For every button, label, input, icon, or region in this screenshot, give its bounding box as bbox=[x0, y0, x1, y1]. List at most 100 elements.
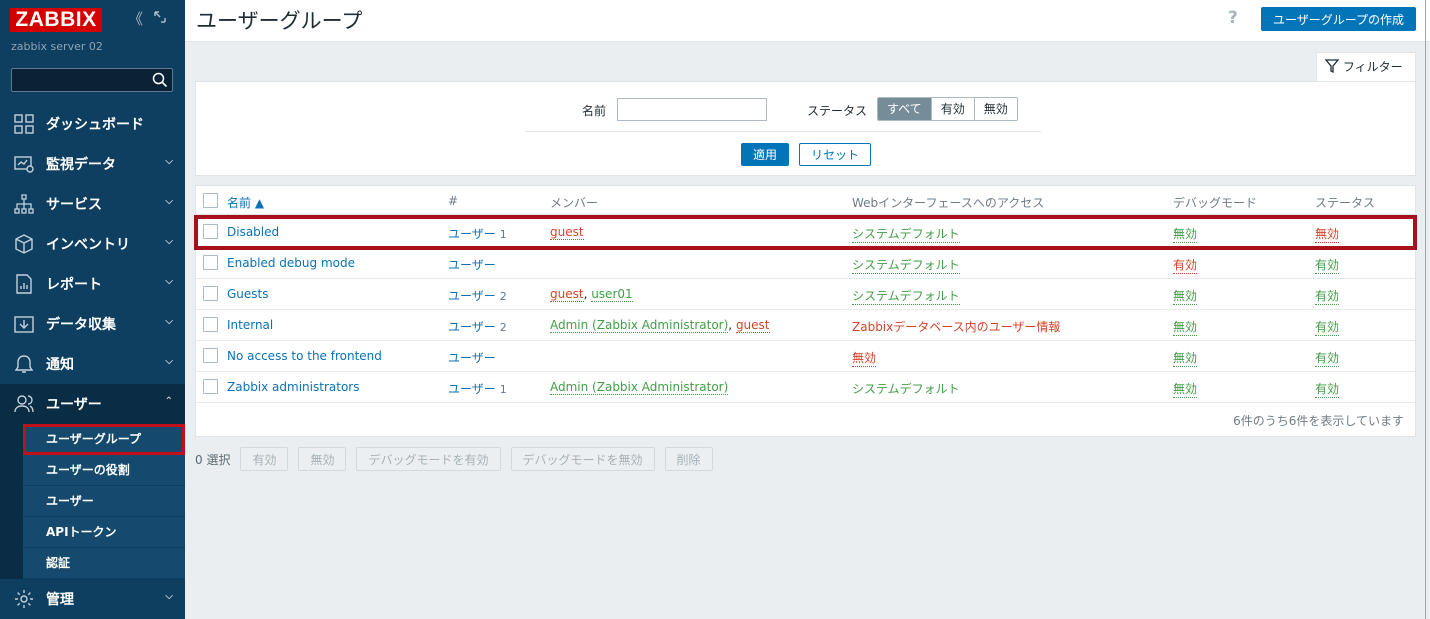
search-icon[interactable] bbox=[152, 72, 168, 91]
filter-divider bbox=[526, 131, 1041, 132]
group-name-link[interactable]: Disabled bbox=[227, 225, 279, 239]
member-link[interactable]: Admin (Zabbix Administrator) bbox=[550, 318, 729, 333]
submenu-item-user-groups[interactable]: ユーザーグループ bbox=[23, 424, 185, 455]
status-option-all[interactable]: すべて bbox=[878, 98, 932, 120]
enable-button[interactable]: 有効 bbox=[240, 447, 289, 471]
row-checkbox[interactable] bbox=[203, 348, 218, 363]
users-link[interactable]: ユーザー bbox=[448, 351, 496, 365]
disable-button[interactable]: 無効 bbox=[298, 447, 347, 471]
users-link[interactable]: ユーザー bbox=[448, 227, 496, 241]
status-value[interactable]: 有効 bbox=[1315, 380, 1340, 398]
row-checkbox[interactable] bbox=[203, 224, 218, 239]
debug-mode-value[interactable]: 無効 bbox=[1173, 225, 1198, 243]
reset-button[interactable]: リセット bbox=[799, 143, 871, 166]
status-value[interactable]: 有効 bbox=[1315, 318, 1340, 336]
table-row: Zabbix administrators ユーザー 1 Admin (Zabbix … bbox=[196, 372, 1415, 403]
chevron-down-icon: ⌵ bbox=[165, 196, 173, 207]
submenu-item-api-tokens[interactable]: APIトークン bbox=[23, 517, 185, 548]
sidebar-search-input[interactable] bbox=[11, 68, 173, 92]
gui-access-value[interactable]: システムデフォルト bbox=[852, 287, 960, 305]
gui-access-value[interactable]: Zabbixデータベース内のユーザー情報 bbox=[852, 318, 1060, 335]
status-option-enabled[interactable]: 有効 bbox=[931, 98, 975, 120]
menu-item-dashboard[interactable]: ダッシュボード bbox=[0, 104, 185, 144]
dashboard-icon bbox=[13, 113, 35, 135]
group-name-link[interactable]: Guests bbox=[227, 287, 269, 301]
collapse-sidebar-icon[interactable]: 《 bbox=[128, 10, 143, 28]
table-row: Guests ユーザー 2 guest, user01 システムデフォルト 無効 有効 bbox=[196, 279, 1415, 310]
server-name: zabbix server 02 bbox=[11, 40, 103, 53]
row-checkbox[interactable] bbox=[203, 317, 218, 332]
member-link[interactable]: Admin (Zabbix Administrator) bbox=[550, 380, 729, 395]
menu-item-inventory[interactable]: インベントリ ⌵ bbox=[0, 224, 185, 264]
menu-item-monitoring[interactable]: 監視データ ⌵ bbox=[0, 144, 185, 184]
menu-item-administration[interactable]: 管理 ⌵ bbox=[0, 579, 185, 619]
gui-access-value[interactable]: システムデフォルト bbox=[852, 225, 960, 243]
status-value[interactable]: 有効 bbox=[1315, 287, 1340, 305]
submenu-item-authentication[interactable]: 認証 bbox=[23, 548, 185, 579]
users-link[interactable]: ユーザー bbox=[448, 382, 496, 396]
filter-panel: 名前 ステータス すべて 有効 無効 適用 リセット bbox=[195, 81, 1416, 176]
member-link[interactable]: user01 bbox=[591, 287, 633, 302]
menu-item-label: レポート bbox=[46, 277, 102, 293]
gui-access-value[interactable]: システムデフォルト bbox=[852, 256, 960, 274]
debug-mode-value[interactable]: 有効 bbox=[1173, 256, 1198, 274]
filter-name-input[interactable] bbox=[617, 98, 767, 121]
users-link[interactable]: ユーザー bbox=[448, 289, 496, 303]
submenu-item-users[interactable]: ユーザー bbox=[23, 486, 185, 517]
member-link[interactable]: guest bbox=[735, 318, 770, 333]
members-separator: , bbox=[728, 318, 736, 332]
column-header-debug-mode: デバッグモード bbox=[1173, 196, 1258, 210]
row-checkbox[interactable] bbox=[203, 286, 218, 301]
delete-button[interactable]: 削除 bbox=[664, 447, 713, 471]
help-icon[interactable]: ? bbox=[1228, 8, 1238, 28]
menu-item-data-collection[interactable]: データ収集 ⌵ bbox=[0, 304, 185, 344]
select-all-checkbox[interactable] bbox=[203, 193, 218, 208]
gui-access-value[interactable]: システムデフォルト bbox=[852, 380, 960, 397]
chevron-down-icon: ⌵ bbox=[165, 316, 173, 327]
menu-item-services[interactable]: サービス ⌵ bbox=[0, 184, 185, 224]
kiosk-mode-icon[interactable] bbox=[153, 10, 167, 28]
disable-debug-button[interactable]: デバッグモードを無効 bbox=[510, 447, 655, 471]
submenu-item-user-roles[interactable]: ユーザーの役割 bbox=[23, 455, 185, 486]
group-name-link[interactable]: No access to the frontend bbox=[227, 349, 382, 363]
zabbix-logo[interactable]: ZABBIX bbox=[10, 8, 102, 32]
column-header-name[interactable]: 名前 ▲ bbox=[227, 194, 264, 211]
filter-status-label: ステータス bbox=[807, 104, 868, 118]
debug-mode-value[interactable]: 無効 bbox=[1173, 380, 1198, 398]
window-edge bbox=[1425, 0, 1426, 619]
filter-name-label: 名前 bbox=[582, 104, 607, 118]
create-user-group-button[interactable]: ユーザーグループの作成 bbox=[1261, 7, 1416, 31]
row-checkbox[interactable] bbox=[203, 255, 218, 270]
filter-icon bbox=[1324, 59, 1340, 74]
users-link[interactable]: ユーザー bbox=[448, 258, 496, 272]
filter-tab[interactable]: フィルター bbox=[1316, 52, 1416, 82]
menu-item-alerts[interactable]: 通知 ⌵ bbox=[0, 344, 185, 384]
menu-item-label: ダッシュボード bbox=[46, 117, 144, 133]
table-header-row: 名前 ▲ # メンバー Webインターフェースへのアクセス デバッグモード ステ… bbox=[196, 186, 1415, 216]
status-value[interactable]: 有効 bbox=[1315, 256, 1340, 274]
debug-mode-value[interactable]: 無効 bbox=[1173, 287, 1198, 305]
gui-access-value[interactable]: 無効 bbox=[852, 349, 877, 367]
status-value[interactable]: 有効 bbox=[1315, 349, 1340, 367]
row-checkbox[interactable] bbox=[203, 379, 218, 394]
menu-item-reports[interactable]: レポート ⌵ bbox=[0, 264, 185, 304]
status-option-disabled[interactable]: 無効 bbox=[974, 98, 1017, 120]
status-segmented-control: すべて 有効 無効 bbox=[877, 97, 1018, 121]
group-name-link[interactable]: Enabled debug mode bbox=[227, 256, 355, 270]
enable-debug-button[interactable]: デバッグモードを有効 bbox=[356, 447, 501, 471]
debug-mode-value[interactable]: 無効 bbox=[1173, 318, 1198, 336]
menu-item-label: データ収集 bbox=[46, 317, 116, 333]
member-link[interactable]: guest bbox=[550, 287, 584, 302]
menu-item-label: ユーザー bbox=[46, 397, 102, 413]
menu-item-users[interactable]: ユーザー ⌃ bbox=[0, 384, 185, 424]
group-name-link[interactable]: Zabbix administrators bbox=[227, 380, 359, 394]
users-count: ユーザー bbox=[448, 349, 500, 366]
users-link[interactable]: ユーザー bbox=[448, 320, 496, 334]
status-value[interactable]: 無効 bbox=[1315, 225, 1340, 243]
page-header: ユーザーグループ ? ユーザーグループの作成 bbox=[185, 0, 1430, 42]
table-row: Disabled ユーザー 1 guest システムデフォルト 無効 無効 bbox=[194, 215, 1417, 250]
member-link[interactable]: guest bbox=[550, 225, 584, 240]
apply-button[interactable]: 適用 bbox=[741, 143, 789, 166]
debug-mode-value[interactable]: 無効 bbox=[1173, 349, 1198, 367]
group-name-link[interactable]: Internal bbox=[227, 318, 273, 332]
